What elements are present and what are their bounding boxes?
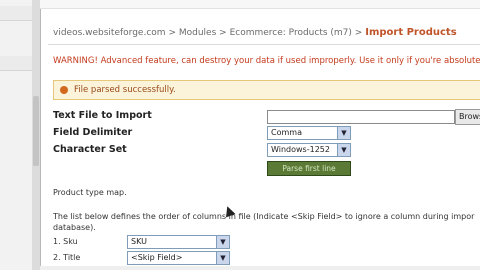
mapping-select-2-value: <Skip Field> — [131, 253, 183, 262]
delimiter-label: Field Delimiter — [53, 127, 133, 138]
warning-text: WARNING! Advanced feature, can destroy y… — [53, 56, 480, 66]
breadcrumb-separator: > — [354, 28, 363, 38]
sidebar-scrollbar-thumb[interactable] — [33, 96, 39, 166]
instructions-text: The list below defines the order of colu… — [53, 212, 475, 221]
file-label: Text File to Import — [53, 110, 152, 121]
mapping-select-1-value: SKU — [131, 237, 147, 246]
breadcrumb-site[interactable]: videos.websiteforge.com — [53, 28, 166, 38]
bottom-edge — [40, 266, 480, 270]
chevron-down-icon[interactable]: ▼ — [337, 144, 350, 156]
product-type-map-label: Product type map. — [53, 188, 127, 197]
browse-button[interactable]: Brows — [455, 109, 480, 125]
charset-select[interactable]: Windows-1252 ▼ — [267, 143, 351, 157]
breadcrumb-ecommerce[interactable]: Ecommerce: Products (m7) — [230, 28, 352, 38]
info-icon — [60, 86, 68, 94]
mapping-label-1: 1. Sku — [53, 237, 78, 246]
chevron-down-icon[interactable]: ▼ — [337, 127, 350, 139]
charset-label: Character Set — [53, 144, 127, 155]
chevron-down-icon[interactable]: ▼ — [216, 252, 229, 264]
mapping-label-2: 2. Title — [53, 253, 81, 262]
instructions-text-continued: database). — [53, 223, 96, 232]
breadcrumb-separator: > — [219, 28, 227, 38]
divider — [48, 44, 480, 45]
parse-first-line-button[interactable]: Parse first line — [267, 161, 351, 176]
sidebar-tab[interactable] — [0, 6, 32, 21]
left-sidebar — [0, 0, 41, 270]
success-message: File parsed successfully. — [53, 80, 480, 100]
sidebar-tab[interactable] — [0, 56, 32, 71]
success-message-text: File parsed successfully. — [74, 85, 176, 95]
chevron-down-icon[interactable]: ▼ — [216, 236, 229, 248]
breadcrumb: videos.websiteforge.com > Modules > Ecom… — [53, 27, 457, 38]
page-title: Import Products — [365, 27, 457, 38]
top-bar — [40, 0, 480, 9]
mapping-select-2[interactable]: <Skip Field> ▼ — [127, 251, 230, 265]
breadcrumb-modules[interactable]: Modules — [179, 28, 216, 38]
delimiter-select-value: Comma — [271, 128, 302, 137]
delimiter-select[interactable]: Comma ▼ — [267, 126, 351, 140]
breadcrumb-separator: > — [168, 28, 176, 38]
main-content: videos.websiteforge.com > Modules > Ecom… — [45, 10, 480, 270]
charset-select-value: Windows-1252 — [271, 145, 330, 154]
mapping-select-1[interactable]: SKU ▼ — [127, 235, 230, 249]
file-input[interactable] — [267, 110, 455, 124]
